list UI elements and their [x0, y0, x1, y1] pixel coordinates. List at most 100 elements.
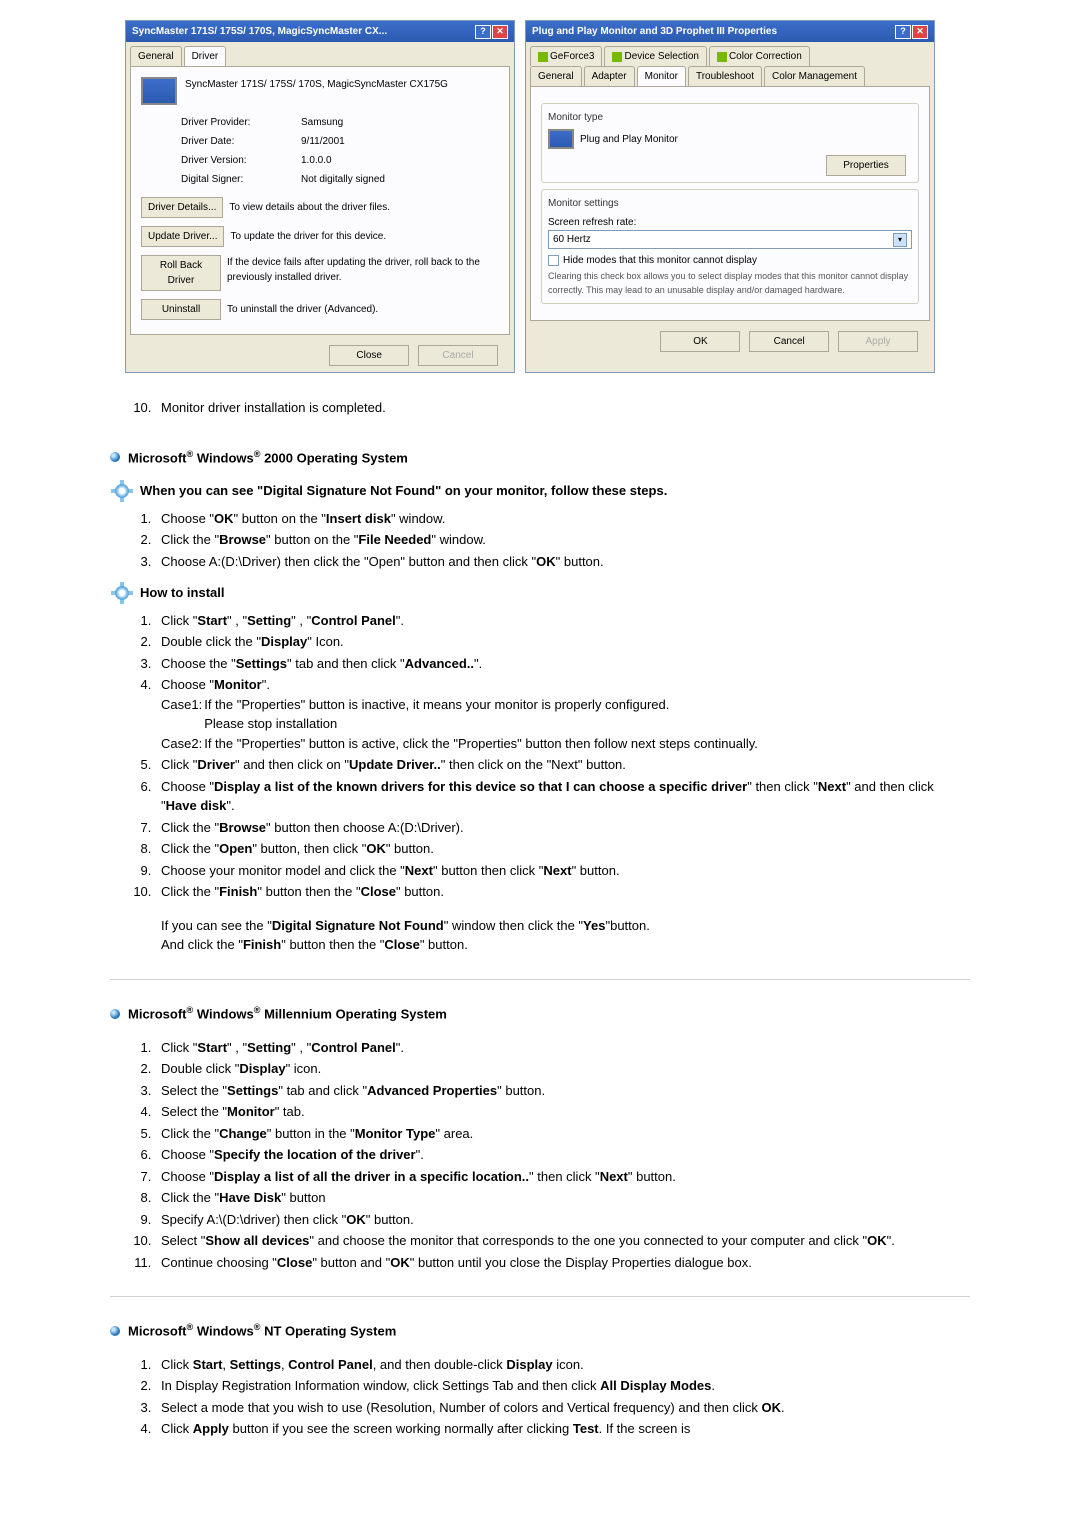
refresh-rate-select[interactable]: 60 Hertz ▾ — [548, 230, 912, 249]
help-icon[interactable]: ? — [475, 25, 491, 39]
install-steps-list: Click "Start" , "Setting" , "Control Pan… — [110, 611, 970, 955]
list-item: Click Apply button if you see the screen… — [155, 1419, 970, 1439]
update-driver-button[interactable]: Update Driver... — [141, 226, 224, 247]
cancel-button: Cancel — [418, 345, 498, 366]
heading-text: Microsoft® Windows® NT Operating System — [128, 1321, 396, 1341]
tail-text: If you can see the "Digital Signature No… — [161, 916, 970, 936]
tab-label: GeForce3 — [550, 49, 594, 64]
hide-modes-row[interactable]: Hide modes that this monitor cannot disp… — [548, 253, 912, 268]
list-item: Click "Driver" and then click on "Update… — [155, 755, 970, 775]
value: 9/11/2001 — [301, 134, 345, 149]
label: Driver Version: — [181, 153, 301, 168]
monitor-icon — [141, 77, 177, 105]
tab-label: Device Selection — [624, 49, 698, 64]
dialog-titlebar: Plug and Play Monitor and 3D Prophet III… — [526, 21, 934, 42]
case-label: Case1: — [161, 695, 202, 734]
value: Samsung — [301, 115, 343, 130]
case-label: Case2: — [161, 734, 202, 754]
dialog-title-text: SyncMaster 171S/ 175S/ 170S, MagicSyncMa… — [132, 24, 387, 39]
tail-text: And click the "Finish" button then the "… — [161, 935, 970, 955]
subheading-text: How to install — [140, 583, 225, 603]
label: Driver Provider: — [181, 115, 301, 130]
list-item: Click Start, Settings, Control Panel, an… — [155, 1355, 970, 1375]
sig-steps-list: Choose "OK" button on the "Insert disk" … — [110, 509, 970, 572]
tab-troubleshoot[interactable]: Troubleshoot — [688, 66, 762, 86]
value: Not digitally signed — [301, 172, 385, 187]
list-item: Choose the "Settings" tab and then click… — [155, 654, 970, 674]
checkbox[interactable] — [548, 255, 559, 266]
list-item: Choose "Display a list of the known driv… — [155, 777, 970, 816]
text: Windows — [193, 450, 254, 465]
text: Microsoft — [128, 450, 187, 465]
subheading-digital-signature: When you can see "Digital Signature Not … — [110, 481, 970, 501]
dialog-title-text: Plug and Play Monitor and 3D Prophet III… — [532, 24, 777, 39]
list-item: Select a mode that you wish to use (Reso… — [155, 1398, 970, 1418]
ok-button[interactable]: OK — [660, 331, 740, 352]
list-item: Choose "Specify the location of the driv… — [155, 1145, 970, 1165]
desc: To view details about the driver files. — [229, 200, 390, 215]
section-heading-win2000: Microsoft® Windows® 2000 Operating Syste… — [110, 448, 970, 468]
gear-bullet-icon — [110, 482, 134, 500]
tab-label: Color Correction — [729, 49, 802, 64]
desc: To update the driver for this device. — [230, 229, 386, 244]
list-item: Click the "Browse" button on the "File N… — [155, 530, 970, 550]
rollback-driver-button[interactable]: Roll Back Driver — [141, 255, 221, 291]
step-list: Monitor driver installation is completed… — [110, 398, 970, 418]
tab-color-correction[interactable]: Color Correction — [709, 46, 810, 66]
monitor-type-group: Monitor type Plug and Play Monitor Prope… — [541, 103, 919, 183]
list-item: Choose your monitor model and click the … — [155, 861, 970, 881]
separator — [110, 1296, 970, 1297]
heading-text: Microsoft® Windows® Millennium Operating… — [128, 1004, 447, 1024]
text: NT Operating System — [260, 1323, 396, 1338]
tab-driver[interactable]: Driver — [184, 46, 227, 66]
tab-general[interactable]: General — [130, 46, 182, 66]
properties-button[interactable]: Properties — [826, 155, 906, 176]
tab-adapter[interactable]: Adapter — [584, 66, 635, 86]
checkbox-label: Hide modes that this monitor cannot disp… — [563, 253, 757, 268]
list-item: Click the "Change" button in the "Monito… — [155, 1124, 970, 1144]
list-item: Choose "Display a list of all the driver… — [155, 1167, 970, 1187]
nvidia-icon — [538, 52, 548, 62]
case-text: If the "Properties" button is active, cl… — [204, 734, 758, 754]
uninstall-button[interactable]: Uninstall — [141, 299, 221, 320]
tab-strip-top: GeForce3 Device Selection Color Correcti… — [526, 42, 934, 66]
device-name: SyncMaster 171S/ 175S/ 170S, MagicSyncMa… — [185, 77, 448, 92]
list-item: Double click "Display" icon. — [155, 1059, 970, 1079]
label: Driver Date: — [181, 134, 301, 149]
winme-steps-list: Click "Start" , "Setting" , "Control Pan… — [110, 1038, 970, 1273]
help-icon[interactable]: ? — [895, 25, 911, 39]
list-item: Select the "Settings" tab and click "Adv… — [155, 1081, 970, 1101]
tab-geforce[interactable]: GeForce3 — [530, 46, 602, 66]
winnt-steps-list: Click Start, Settings, Control Panel, an… — [110, 1355, 970, 1439]
close-button[interactable]: Close — [329, 345, 409, 366]
value: 1.0.0.0 — [301, 153, 332, 168]
separator — [110, 979, 970, 980]
screenshot-area: SyncMaster 171S/ 175S/ 170S, MagicSyncMa… — [125, 20, 970, 373]
group-label: Monitor type — [548, 110, 912, 125]
list-item: Select the "Monitor" tab. — [155, 1102, 970, 1122]
tab-color-management[interactable]: Color Management — [764, 66, 865, 86]
monitor-icon — [548, 129, 574, 149]
list-item: Click "Start" , "Setting" , "Control Pan… — [155, 1038, 970, 1058]
text: Microsoft — [128, 1006, 187, 1021]
dialog-footer: OK Cancel Apply — [526, 325, 934, 358]
chevron-down-icon: ▾ — [893, 233, 907, 247]
tab-monitor[interactable]: Monitor — [637, 66, 686, 86]
cancel-button[interactable]: Cancel — [749, 331, 829, 352]
tab-device-selection[interactable]: Device Selection — [604, 46, 706, 66]
heading-text: Microsoft® Windows® 2000 Operating Syste… — [128, 448, 408, 468]
driver-details-button[interactable]: Driver Details... — [141, 197, 223, 218]
monitor-properties-dialog: Plug and Play Monitor and 3D Prophet III… — [525, 20, 935, 373]
hide-modes-note: Clearing this check box allows you to se… — [548, 270, 912, 297]
dialog-footer: Close Cancel — [126, 339, 514, 372]
close-icon[interactable]: ✕ — [912, 25, 928, 39]
list-item: Continue choosing "Close" button and "OK… — [155, 1253, 970, 1273]
list-item: Click the "Have Disk" button — [155, 1188, 970, 1208]
tab-general[interactable]: General — [530, 66, 582, 86]
close-icon[interactable]: ✕ — [492, 25, 508, 39]
subheading-text: When you can see "Digital Signature Not … — [140, 481, 667, 501]
dialog-titlebar: SyncMaster 171S/ 175S/ 170S, MagicSyncMa… — [126, 21, 514, 42]
list-item: Double click the "Display" Icon. — [155, 632, 970, 652]
text: Microsoft — [128, 1323, 187, 1338]
list-item: Click "Start" , "Setting" , "Control Pan… — [155, 611, 970, 631]
